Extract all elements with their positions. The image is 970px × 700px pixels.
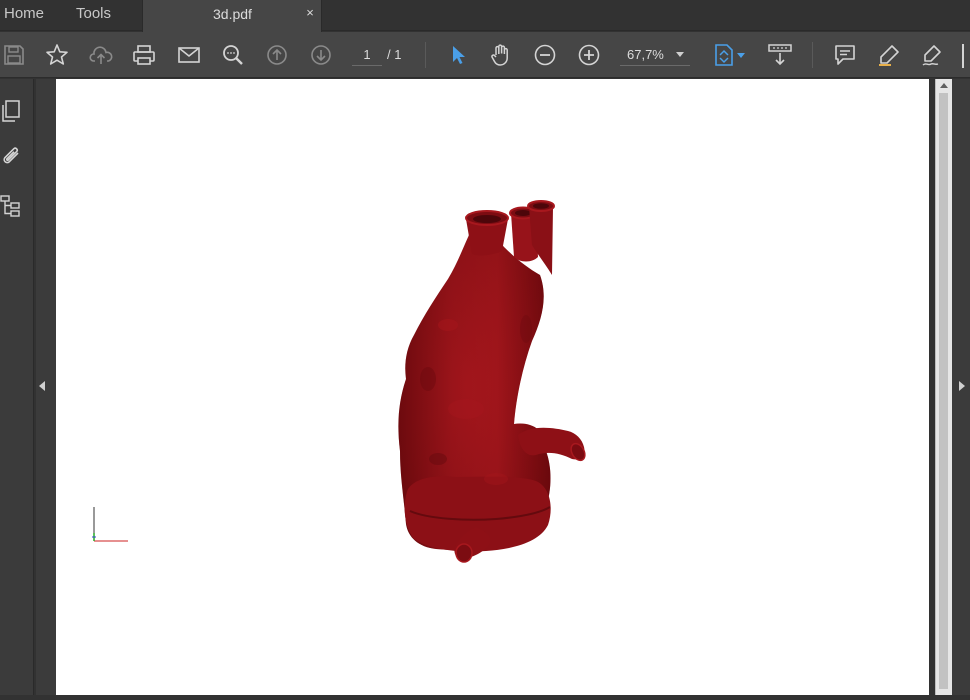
save-icon[interactable] — [0, 41, 28, 69]
scroll-mode-icon[interactable] — [766, 41, 794, 69]
cloud-upload-icon[interactable] — [87, 41, 115, 69]
print-icon[interactable] — [130, 41, 158, 69]
hand-tool-icon[interactable] — [487, 41, 515, 69]
tab-bar: Home Tools 3d.pdf × — [0, 0, 970, 32]
aorta-3d-model — [398, 200, 586, 563]
3d-model-viewport[interactable] — [56, 79, 929, 695]
scroll-up-arrow-icon[interactable] — [940, 83, 948, 88]
toolbar-divider — [812, 42, 813, 68]
3d-axes-gizmo — [92, 507, 128, 542]
fit-page-icon[interactable] — [710, 41, 738, 69]
zoom-dropdown-icon[interactable] — [676, 52, 684, 57]
collapse-left-arrow-icon[interactable] — [39, 381, 45, 391]
zoom-out-icon[interactable] — [531, 41, 559, 69]
model-tree-icon[interactable] — [0, 194, 24, 218]
tab-document[interactable]: 3d.pdf × — [142, 0, 322, 32]
main-toolbar: 1 / 1 67,7% — [0, 32, 970, 78]
document-page[interactable] — [56, 79, 929, 695]
toolbar-divider — [425, 42, 426, 68]
email-icon[interactable] — [175, 41, 203, 69]
scrollbar-thumb[interactable] — [939, 93, 948, 689]
vertical-scrollbar[interactable] — [935, 79, 952, 695]
next-page-icon[interactable] — [307, 41, 335, 69]
tab-tools[interactable]: Tools — [76, 0, 111, 31]
attachment-icon[interactable] — [0, 145, 24, 169]
comment-icon[interactable] — [831, 41, 859, 69]
tab-home[interactable]: Home — [4, 0, 44, 31]
sign-icon[interactable] — [918, 41, 946, 69]
select-pointer-icon[interactable] — [444, 41, 472, 69]
navigation-pane — [0, 79, 34, 695]
bookmark-star-icon[interactable] — [43, 41, 71, 69]
page-count: / 1 — [387, 47, 402, 62]
fit-page-dropdown-icon[interactable] — [737, 53, 745, 58]
tab-document-label: 3d.pdf — [213, 6, 252, 22]
toolbar-overflow-edge — [962, 44, 970, 68]
right-pane-toggle[interactable] — [952, 79, 970, 695]
pages-thumbnail-icon[interactable] — [0, 99, 24, 123]
highlight-icon[interactable] — [875, 41, 903, 69]
close-tab-icon[interactable]: × — [303, 6, 317, 20]
search-icon[interactable] — [219, 41, 247, 69]
previous-page-icon[interactable] — [263, 41, 291, 69]
left-pane-toggle[interactable] — [36, 79, 56, 695]
expand-right-arrow-icon[interactable] — [959, 381, 965, 391]
page-number-input[interactable]: 1 — [352, 44, 382, 66]
zoom-in-icon[interactable] — [575, 41, 603, 69]
